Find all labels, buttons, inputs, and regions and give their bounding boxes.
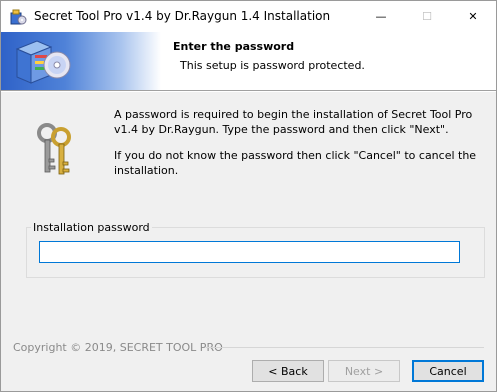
banner-subtitle: This setup is password protected.	[180, 59, 365, 72]
cancel-button[interactable]: Cancel	[412, 360, 484, 382]
info-paragraph-cancel: If you do not know the password then cli…	[114, 149, 477, 177]
password-input[interactable]	[39, 241, 460, 263]
title-bar: Secret Tool Pro v1.4 by Dr.Raygun 1.4 In…	[1, 1, 496, 32]
installer-box-icon	[10, 9, 27, 25]
maximize-button[interactable]: ☐	[404, 1, 450, 32]
maximize-icon: ☐	[422, 10, 432, 23]
minimize-icon: —	[375, 10, 387, 23]
close-button[interactable]: ✕	[450, 1, 496, 32]
installer-window: Secret Tool Pro v1.4 by Dr.Raygun 1.4 In…	[0, 0, 497, 392]
info-paragraph-required: A password is required to begin the inst…	[114, 108, 473, 136]
keys-icon	[37, 123, 71, 175]
minimize-button[interactable]: —	[358, 1, 404, 32]
footer-divider	[206, 347, 484, 348]
copyright-text: Copyright © 2019, SECRET TOOL PRO	[13, 341, 223, 354]
back-button[interactable]: < Back	[252, 360, 324, 382]
header-banner: Enter the password This setup is passwor…	[1, 32, 496, 90]
password-label: Installation password	[31, 221, 152, 234]
close-icon: ✕	[468, 10, 478, 23]
info-text: A password is required to begin the inst…	[114, 107, 479, 178]
next-button[interactable]: Next >	[328, 360, 400, 382]
banner-title: Enter the password	[173, 40, 295, 53]
banner-divider-highlight	[1, 91, 496, 92]
software-box-cd-icon	[15, 40, 71, 84]
window-title: Secret Tool Pro v1.4 by Dr.Raygun 1.4 In…	[34, 9, 331, 23]
